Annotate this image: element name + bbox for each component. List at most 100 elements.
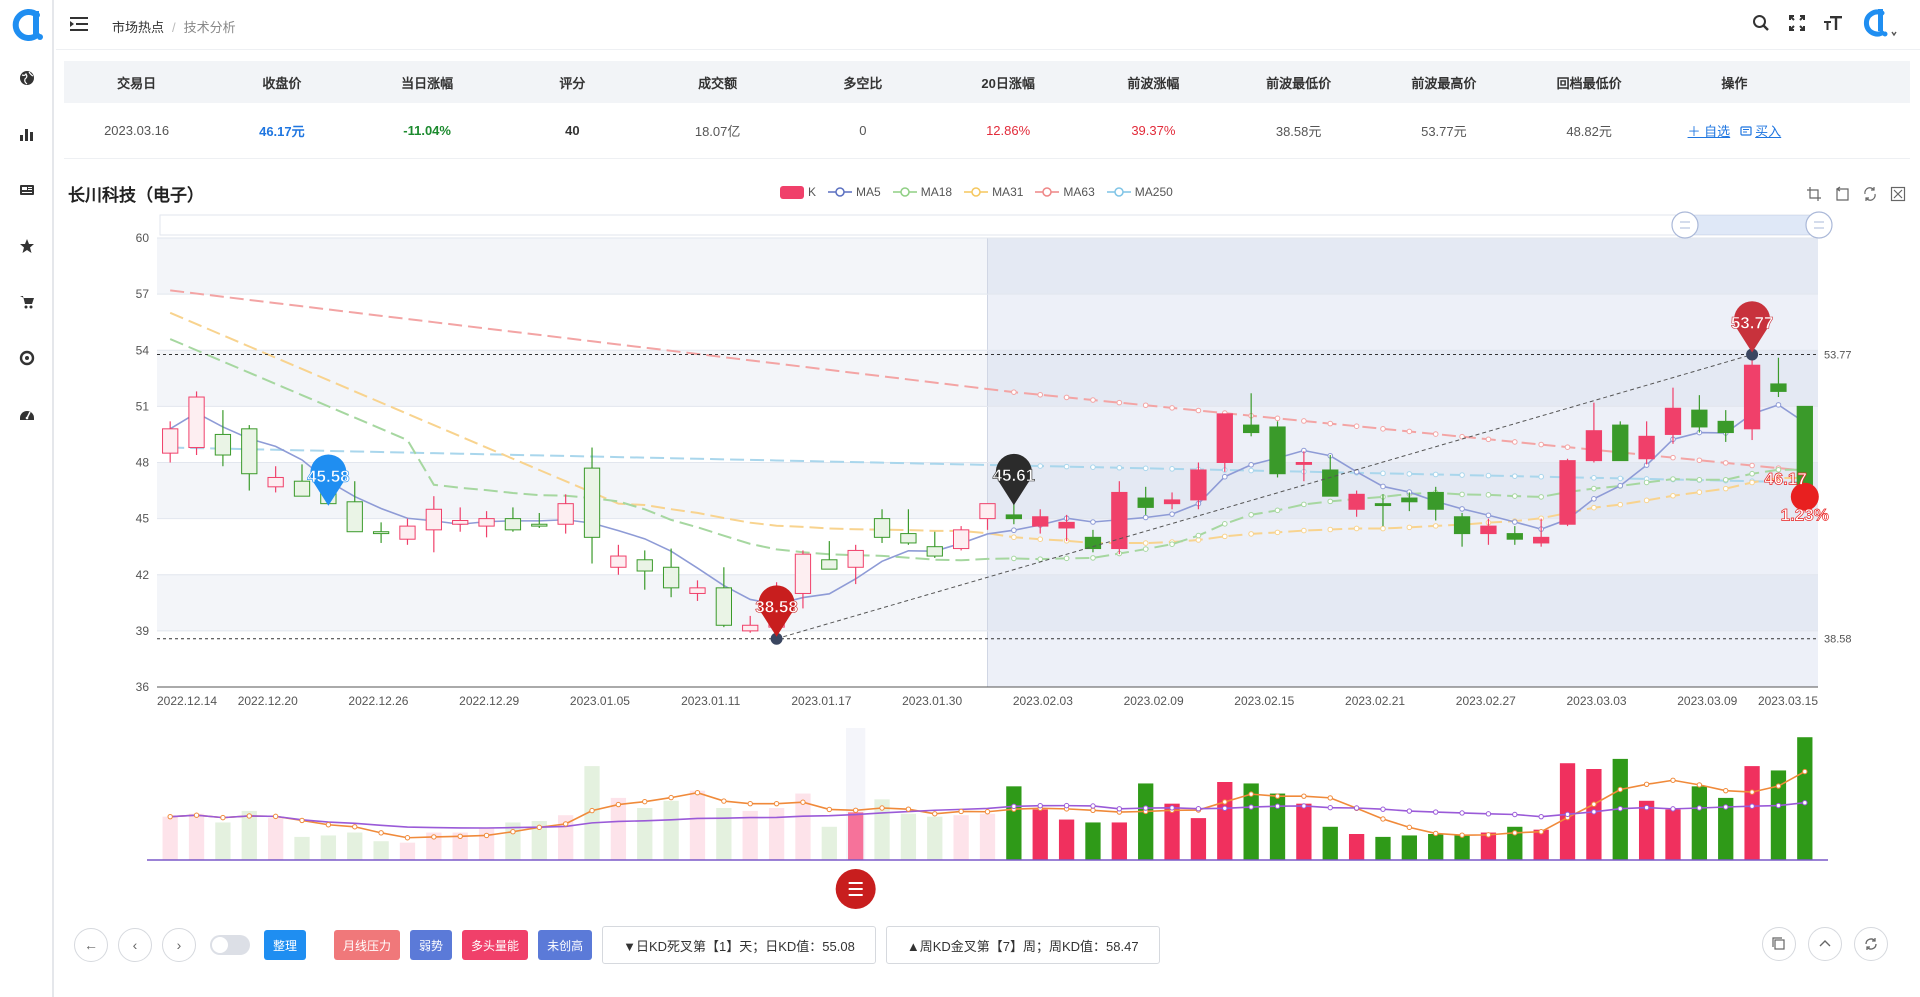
volume-ma20-point: [1406, 808, 1413, 814]
ma63-line-point: [1195, 407, 1202, 414]
tag-no-new-high[interactable]: 未创高: [538, 930, 593, 960]
ma31-line-point: [1011, 534, 1017, 541]
candle-body: [742, 624, 759, 632]
ma18-line-point: [1063, 555, 1070, 562]
ma250-line-point: [1169, 466, 1175, 472]
volume-ma5-point: [325, 822, 332, 828]
volume-ma20-point: [1142, 805, 1149, 811]
candle-body: [1691, 409, 1708, 428]
tag-consolidation[interactable]: 整理: [264, 930, 307, 960]
candle: [1612, 421, 1629, 462]
ma250-line-point: [1116, 464, 1123, 471]
ma5-line-point: [1775, 402, 1782, 408]
volume-ma5-point: [800, 799, 806, 805]
scroll-top-button[interactable]: [1808, 927, 1842, 961]
volume-ma20-point: [1037, 802, 1043, 809]
bottom-toolbar: ← ‹ › 整理 月线压力 弱势 多头量能 未创高 ▼日KD死叉第【1】天；日K…: [74, 926, 1160, 964]
ma18-line-point: [1485, 492, 1492, 498]
volume-bar: [294, 836, 310, 860]
volume-ma5-point: [1538, 828, 1544, 835]
volume-ma20-point: [1459, 810, 1465, 816]
volume-bar: [1375, 836, 1391, 860]
volume-ma20-point: [1433, 809, 1439, 815]
ma5-line-point: [1617, 482, 1624, 489]
candle: [1559, 458, 1576, 527]
ma250-line-point: [1248, 467, 1254, 474]
prev-button[interactable]: ‹: [118, 928, 152, 962]
ma18-line-point: [1274, 507, 1281, 514]
volume-ma5-point: [721, 798, 727, 804]
chevron-left-icon: ‹: [132, 937, 138, 953]
ma18-line-point: [1538, 494, 1544, 500]
ma31-line-point: [1142, 540, 1149, 546]
ma18-line-point: [1301, 501, 1307, 508]
volume-ma20-point: [1169, 805, 1175, 811]
next-button[interactable]: ›: [162, 928, 196, 962]
copy-button[interactable]: [1762, 927, 1796, 961]
volume-bar: [1190, 818, 1207, 860]
candle-body: [1163, 499, 1181, 505]
volume-ma20-point: [1063, 802, 1070, 809]
ma5-line-point: [1142, 514, 1149, 521]
tag-bullish-volume[interactable]: 多头量能: [462, 930, 529, 960]
back-button[interactable]: ←: [74, 928, 108, 962]
tag-monthly-pressure[interactable]: 月线压力: [334, 930, 401, 960]
candle: [1269, 421, 1286, 478]
volume-ma20-point: [1327, 804, 1333, 811]
ma18-line-point: [1011, 555, 1017, 562]
ma63-line-point: [1512, 439, 1518, 445]
ma18-line-point: [1591, 485, 1597, 492]
y-tick-label: 57: [136, 287, 150, 301]
ma5-line-point: [1248, 461, 1254, 468]
candle-body: [821, 559, 838, 570]
volume-ma20-point: [1380, 806, 1386, 812]
candle-body: [214, 433, 232, 456]
volume-ma5-point: [1643, 781, 1650, 788]
volume-bar: [689, 790, 706, 860]
ma31-line-point: [1722, 485, 1729, 492]
volume-bar: [953, 815, 969, 860]
volume-ma5-point: [852, 807, 859, 814]
ma31-line-point: [1037, 536, 1044, 543]
volume-bar: [1085, 822, 1101, 860]
marker-45-58-label: 45.58: [307, 467, 350, 486]
candle-body: [583, 467, 601, 538]
x-tick-label: 2023.01.17: [791, 694, 851, 708]
ma250-line-point: [1512, 473, 1518, 479]
volume-bar: [1138, 783, 1154, 860]
volume-bar: [188, 813, 205, 860]
ma63-line-point: [1116, 399, 1123, 406]
volume-ma5-point: [984, 809, 991, 815]
volume-ma5-point: [352, 824, 358, 830]
volume-ma5-point: [193, 812, 200, 818]
ma63-line-point: [1011, 389, 1017, 395]
y-tick-label: 45: [136, 512, 150, 526]
volume-ma20-point: [1353, 805, 1360, 811]
volume-ma20-point: [1591, 809, 1597, 815]
zoom-slider-track: [159, 214, 1820, 236]
ma250-line-point: [1406, 471, 1413, 477]
volume-ma5-point: [642, 798, 648, 805]
candle-body: [1058, 521, 1075, 529]
candle-body: [1348, 493, 1365, 510]
volume-bar: [927, 816, 943, 860]
volume-ma20-point: [1512, 811, 1518, 818]
toggle-switch[interactable]: [210, 935, 250, 955]
candle-body: [1585, 430, 1603, 462]
kline-chart[interactable]: 36 39 42 45 48 51 54 57 60 2022.12.14 2022.12.20 20…: [0, 0, 1920, 997]
candle-body: [715, 587, 732, 626]
candle-body: [1005, 514, 1023, 520]
volume-ma20-point: [1248, 804, 1254, 810]
ma5-line-point: [1485, 512, 1492, 519]
ma63-line-point: [1406, 428, 1413, 435]
volume-ma5-point: [1274, 793, 1281, 799]
volume-ma20-point: [1485, 811, 1492, 817]
volume-ma5-point: [1459, 832, 1465, 838]
x-tick-label: 2023.01.30: [902, 694, 962, 708]
volume-ma5-point: [879, 805, 885, 811]
refresh-button[interactable]: [1854, 927, 1888, 961]
volume-ma5-point: [1380, 816, 1386, 822]
volume-ma5-point: [1802, 768, 1808, 775]
tag-weak[interactable]: 弱势: [410, 930, 453, 960]
daily-kd-info: ▼日KD死叉第【1】天；日KD值：55.08: [602, 926, 876, 964]
